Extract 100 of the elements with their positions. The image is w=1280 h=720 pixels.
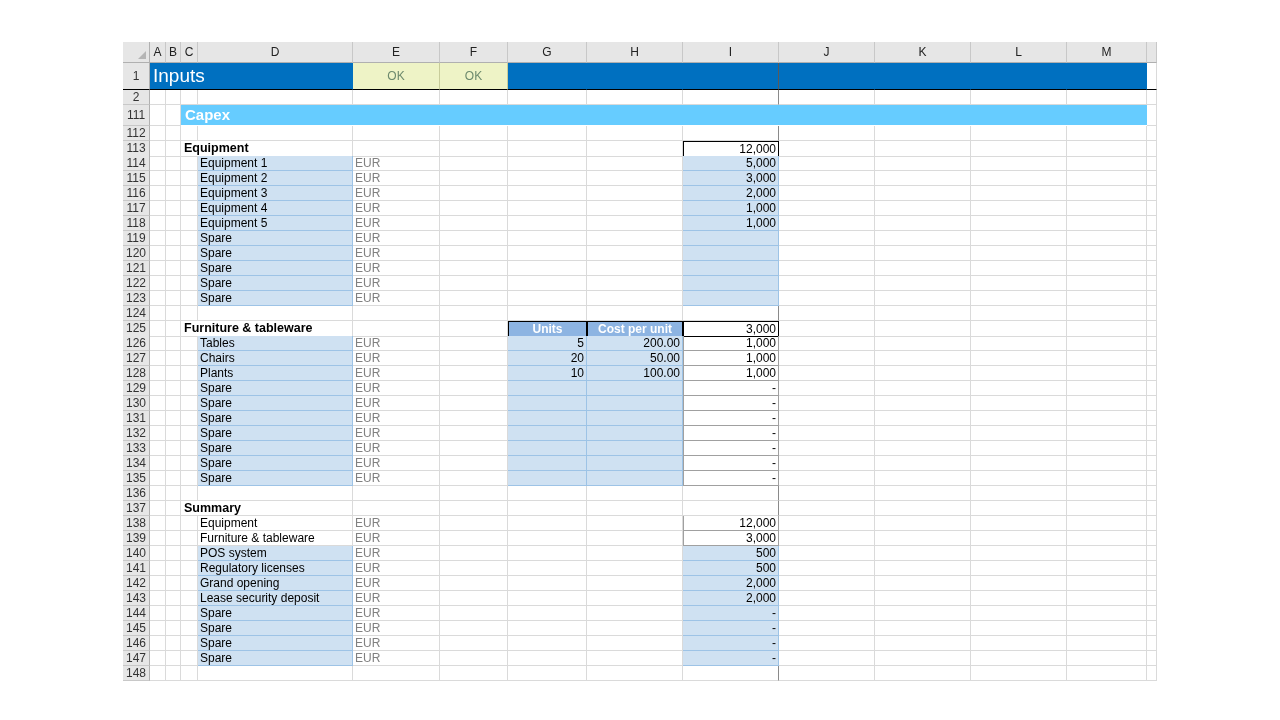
row-number[interactable]: 124 [123, 306, 150, 321]
table-cell[interactable]: Lease security deposit [198, 591, 353, 606]
total-cell[interactable]: 3,000 [683, 321, 779, 337]
column-header[interactable]: D [198, 42, 353, 63]
row-number[interactable]: 144 [123, 606, 150, 621]
table-cell[interactable]: 5 [508, 336, 587, 351]
table-cell[interactable]: Regulatory licenses [198, 561, 353, 576]
table-cell[interactable]: EUR [353, 591, 440, 606]
table-cell[interactable]: 12,000 [683, 516, 779, 531]
table-cell[interactable]: Spare [198, 441, 353, 456]
table-cell[interactable]: 50.00 [587, 351, 683, 366]
check-cell[interactable]: OK [440, 63, 508, 90]
table-cell[interactable]: 5,000 [683, 156, 779, 171]
row-number[interactable]: 130 [123, 396, 150, 411]
table-cell[interactable]: EUR [353, 636, 440, 651]
table-cell[interactable]: 2,000 [683, 576, 779, 591]
row-number[interactable]: 115 [123, 171, 150, 186]
table-cell[interactable]: 1,000 [683, 216, 779, 231]
row-number[interactable]: 119 [123, 231, 150, 246]
table-cell[interactable]: - [683, 411, 779, 426]
input-cell[interactable] [587, 441, 683, 456]
table-cell[interactable]: - [683, 396, 779, 411]
row-number[interactable]: 132 [123, 426, 150, 441]
table-cell[interactable]: EUR [353, 411, 440, 426]
table-cell[interactable]: EUR [353, 201, 440, 216]
input-cell[interactable] [587, 471, 683, 486]
table-cell[interactable]: Tables [198, 336, 353, 351]
group-heading[interactable]: Summary [181, 501, 353, 516]
row-number[interactable]: 133 [123, 441, 150, 456]
table-cell[interactable]: - [683, 471, 779, 486]
table-cell[interactable]: Plants [198, 366, 353, 381]
input-cell[interactable] [587, 381, 683, 396]
table-cell[interactable]: EUR [353, 531, 440, 546]
table-cell[interactable]: EUR [353, 396, 440, 411]
table-cell[interactable]: Equipment 2 [198, 171, 353, 186]
row-number[interactable]: 129 [123, 381, 150, 396]
row-number[interactable]: 2 [123, 90, 150, 105]
table-cell[interactable]: Spare [198, 411, 353, 426]
column-header[interactable]: G [508, 42, 587, 63]
table-cell[interactable]: - [683, 381, 779, 396]
column-header[interactable]: E [353, 42, 440, 63]
column-header[interactable]: J [779, 42, 875, 63]
table-cell[interactable]: EUR [353, 576, 440, 591]
table-cell[interactable]: Equipment 3 [198, 186, 353, 201]
row-number[interactable]: 134 [123, 456, 150, 471]
row-number[interactable]: 135 [123, 471, 150, 486]
row-number[interactable]: 126 [123, 336, 150, 351]
table-cell[interactable]: EUR [353, 621, 440, 636]
table-cell[interactable]: EUR [353, 366, 440, 381]
table-cell[interactable]: EUR [353, 606, 440, 621]
table-cell[interactable]: Chairs [198, 351, 353, 366]
table-cell[interactable]: EUR [353, 426, 440, 441]
table-cell[interactable]: - [683, 606, 779, 621]
row-number[interactable]: 131 [123, 411, 150, 426]
column-header[interactable]: I [683, 42, 779, 63]
table-cell[interactable]: Spare [198, 456, 353, 471]
input-cell[interactable] [587, 426, 683, 441]
table-cell[interactable]: Spare [198, 606, 353, 621]
column-header[interactable]: F [440, 42, 508, 63]
table-cell[interactable]: Equipment 5 [198, 216, 353, 231]
input-cell[interactable] [508, 411, 587, 426]
table-cell[interactable]: 2,000 [683, 186, 779, 201]
column-header[interactable]: H [587, 42, 683, 63]
table-cell[interactable]: EUR [353, 471, 440, 486]
column-header[interactable]: A [150, 42, 166, 63]
row-number[interactable]: 120 [123, 246, 150, 261]
input-cell[interactable] [587, 411, 683, 426]
table-cell[interactable]: Grand opening [198, 576, 353, 591]
table-cell[interactable]: EUR [353, 546, 440, 561]
table-cell[interactable]: EUR [353, 276, 440, 291]
input-cell[interactable] [683, 231, 779, 246]
row-number[interactable]: 147 [123, 651, 150, 666]
select-all-icon[interactable] [138, 51, 146, 59]
input-cell[interactable] [683, 291, 779, 306]
row-number[interactable]: 123 [123, 291, 150, 306]
table-cell[interactable]: EUR [353, 651, 440, 666]
table-cell[interactable]: EUR [353, 186, 440, 201]
table-cell[interactable]: - [683, 621, 779, 636]
row-number[interactable]: 114 [123, 156, 150, 171]
table-cell[interactable]: 10 [508, 366, 587, 381]
table-cell[interactable]: Spare [198, 426, 353, 441]
row-number[interactable]: 116 [123, 186, 150, 201]
column-header[interactable]: C [181, 42, 198, 63]
table-cell[interactable]: 500 [683, 561, 779, 576]
column-header[interactable]: K [875, 42, 971, 63]
table-cell[interactable]: Equipment 1 [198, 156, 353, 171]
table-cell[interactable]: EUR [353, 246, 440, 261]
table-cell[interactable]: EUR [353, 561, 440, 576]
row-number[interactable]: 138 [123, 516, 150, 531]
table-cell[interactable]: Spare [198, 621, 353, 636]
row-number[interactable]: 136 [123, 486, 150, 501]
table-cell[interactable]: Spare [198, 651, 353, 666]
table-cell[interactable]: Equipment 4 [198, 201, 353, 216]
table-cell[interactable]: EUR [353, 231, 440, 246]
table-cell[interactable]: Spare [198, 396, 353, 411]
table-cell[interactable]: 1,000 [683, 351, 779, 366]
row-number[interactable]: 128 [123, 366, 150, 381]
table-cell[interactable]: EUR [353, 516, 440, 531]
row-number[interactable]: 117 [123, 201, 150, 216]
row-number[interactable]: 141 [123, 561, 150, 576]
